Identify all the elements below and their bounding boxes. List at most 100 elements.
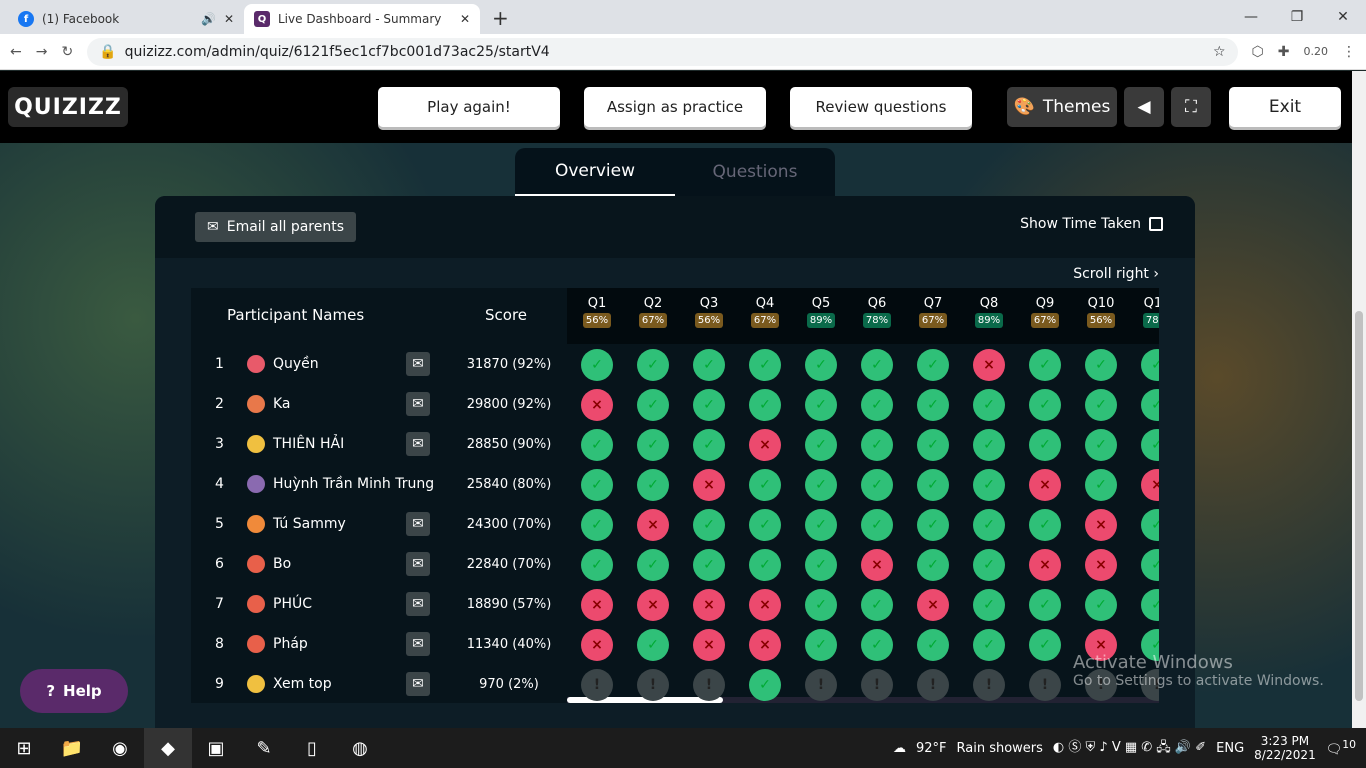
themes-button[interactable]: 🎨 Themes	[1007, 87, 1117, 127]
weather-text[interactable]: Rain showers	[957, 741, 1043, 756]
incorrect-answer[interactable]: ×	[749, 629, 781, 661]
correct-answer[interactable]: ✓	[581, 549, 613, 581]
correct-answer[interactable]: ✓	[637, 349, 669, 381]
correct-answer[interactable]: ✓	[637, 389, 669, 421]
question-header-q6[interactable]: Q6 78%	[857, 296, 897, 328]
correct-answer[interactable]: ✓	[581, 509, 613, 541]
app2-icon[interactable]: ◍	[336, 728, 384, 768]
email-parent-button[interactable]: ✉	[406, 632, 430, 656]
unanswered-answer[interactable]: !	[861, 669, 893, 701]
unanswered-answer[interactable]: !	[1029, 669, 1061, 701]
email-parent-button[interactable]: ✉	[406, 432, 430, 456]
correct-answer[interactable]: ✓	[581, 469, 613, 501]
email-parent-button[interactable]: ✉	[406, 552, 430, 576]
question-header-q7[interactable]: Q7 67%	[913, 296, 953, 328]
correct-answer[interactable]: ✓	[1085, 589, 1117, 621]
correct-answer[interactable]: ✓	[973, 549, 1005, 581]
email-parent-button[interactable]: ✉	[406, 512, 430, 536]
correct-answer[interactable]: ✓	[1029, 389, 1061, 421]
correct-answer[interactable]: ✓	[1029, 509, 1061, 541]
participant-name[interactable]: Pháp	[273, 624, 308, 664]
correct-answer[interactable]: ✓	[805, 589, 837, 621]
correct-answer[interactable]: ✓	[1029, 629, 1061, 661]
tray-icons[interactable]: ◐ Ⓢ ⛨ ♪ V ▦ ✆ 🖧 🔊 ✐	[1053, 736, 1206, 760]
correct-answer[interactable]: ✓	[805, 629, 837, 661]
help-button[interactable]: ? Help	[20, 669, 128, 713]
forward-icon[interactable]: →	[36, 44, 48, 60]
correct-answer[interactable]: ✓	[805, 549, 837, 581]
close-tab-icon[interactable]: ✕	[224, 12, 234, 26]
file-explorer-icon[interactable]: 📁	[48, 728, 96, 768]
reload-icon[interactable]: ↻	[61, 44, 73, 60]
tab-questions[interactable]: Questions	[675, 148, 835, 196]
correct-answer[interactable]: ✓	[693, 549, 725, 581]
scroll-right-button[interactable]: Scroll right ›	[1073, 266, 1159, 282]
incorrect-answer[interactable]: ×	[693, 589, 725, 621]
correct-answer[interactable]: ✓	[917, 509, 949, 541]
clock[interactable]: 3:23 PM 8/22/2021	[1254, 734, 1316, 762]
correct-answer[interactable]: ✓	[917, 629, 949, 661]
incorrect-answer[interactable]: ×	[749, 589, 781, 621]
tab-overview[interactable]: Overview	[515, 148, 675, 196]
email-parent-button[interactable]: ✉	[406, 672, 430, 696]
correct-answer[interactable]: ✓	[1141, 349, 1159, 381]
participant-row[interactable]: 9 Xem top✉970 (2%)!!!✓!!!!!!!	[191, 664, 1159, 703]
correct-answer[interactable]: ✓	[861, 509, 893, 541]
correct-answer[interactable]: ✓	[1085, 349, 1117, 381]
correct-answer[interactable]: ✓	[749, 389, 781, 421]
maximize-button[interactable]: ❐	[1274, 0, 1320, 34]
correct-answer[interactable]: ✓	[805, 349, 837, 381]
incorrect-answer[interactable]: ×	[581, 589, 613, 621]
correct-answer[interactable]: ✓	[693, 509, 725, 541]
incorrect-answer[interactable]: ×	[693, 469, 725, 501]
language-indicator[interactable]: ENG	[1216, 741, 1244, 756]
correct-answer[interactable]: ✓	[637, 549, 669, 581]
correct-answer[interactable]: ✓	[637, 629, 669, 661]
correct-answer[interactable]: ✓	[973, 629, 1005, 661]
incorrect-answer[interactable]: ×	[693, 629, 725, 661]
tab-live-dashboard[interactable]: Q Live Dashboard - Summary ✕	[244, 4, 480, 34]
star-icon[interactable]: ☆	[1213, 44, 1226, 60]
correct-answer[interactable]: ✓	[637, 469, 669, 501]
email-parent-button[interactable]: ✉	[406, 352, 430, 376]
correct-answer[interactable]: ✓	[637, 429, 669, 461]
correct-answer[interactable]: ✓	[1085, 389, 1117, 421]
tab-facebook[interactable]: f (1) Facebook 🔊 ✕	[8, 4, 244, 34]
correct-answer[interactable]: ✓	[693, 349, 725, 381]
correct-answer[interactable]: ✓	[581, 349, 613, 381]
participant-row[interactable]: 6 Bo ✉ 22840 (70%) ✓ ✓ ✓ ✓ ✓ × ✓ ✓ × × ✓	[191, 544, 1159, 584]
participant-row[interactable]: 8 Pháp ✉ 11340 (40%) × ✓ × × ✓ ✓ ✓ ✓ ✓ × ✓	[191, 624, 1159, 664]
participant-name[interactable]: Tú Sammy	[273, 504, 346, 544]
minimize-button[interactable]: —	[1228, 0, 1274, 34]
speaker-icon[interactable]: 🔊	[201, 12, 216, 26]
correct-answer[interactable]: ✓	[1085, 469, 1117, 501]
windows-start-icon[interactable]: ⊞	[0, 728, 48, 768]
correct-answer[interactable]: ✓	[861, 469, 893, 501]
incorrect-answer[interactable]: ×	[749, 429, 781, 461]
url-field[interactable]: 🔒 quizizz.com/admin/quiz/6121f5ec1cf7bc00…	[87, 37, 1238, 66]
participant-name[interactable]: Xem top	[273, 664, 332, 703]
participant-name[interactable]: PHÚC	[273, 584, 312, 624]
correct-answer[interactable]: ✓	[1141, 549, 1159, 581]
correct-answer[interactable]: ✓	[749, 669, 781, 701]
notifications-icon[interactable]: 🗨10	[1326, 738, 1356, 757]
phone-icon[interactable]: ▯	[288, 728, 336, 768]
correct-answer[interactable]: ✓	[973, 509, 1005, 541]
participant-row[interactable]: 1 Quyền ✉ 31870 (92%) ✓ ✓ ✓ ✓ ✓ ✓ ✓ × ✓ ✓ ✓	[191, 344, 1159, 384]
correct-answer[interactable]: ✓	[1141, 589, 1159, 621]
unanswered-answer[interactable]: !	[917, 669, 949, 701]
participant-row[interactable]: 7 PHÚC ✉ 18890 (57%) × × × × ✓ ✓ × ✓ ✓ ✓ ✓	[191, 584, 1159, 624]
participant-name[interactable]: Ka	[273, 384, 291, 424]
question-header-q8[interactable]: Q8 89%	[969, 296, 1009, 328]
question-header-q11[interactable]: Q1178%	[1137, 296, 1159, 328]
correct-answer[interactable]: ✓	[973, 429, 1005, 461]
unanswered-answer[interactable]: !	[973, 669, 1005, 701]
sound-button[interactable]: ◀	[1124, 87, 1164, 127]
participant-row[interactable]: 2 Ka ✉ 29800 (92%) × ✓ ✓ ✓ ✓ ✓ ✓ ✓ ✓ ✓ ✓	[191, 384, 1159, 424]
extension-badge[interactable]: 0.20	[1304, 45, 1329, 58]
weather-icon[interactable]: ☁	[893, 741, 906, 756]
exit-button[interactable]: Exit	[1229, 87, 1341, 127]
incorrect-answer[interactable]: ×	[1141, 469, 1159, 501]
question-header-q3[interactable]: Q3 56%	[689, 296, 729, 328]
correct-answer[interactable]: ✓	[1029, 429, 1061, 461]
